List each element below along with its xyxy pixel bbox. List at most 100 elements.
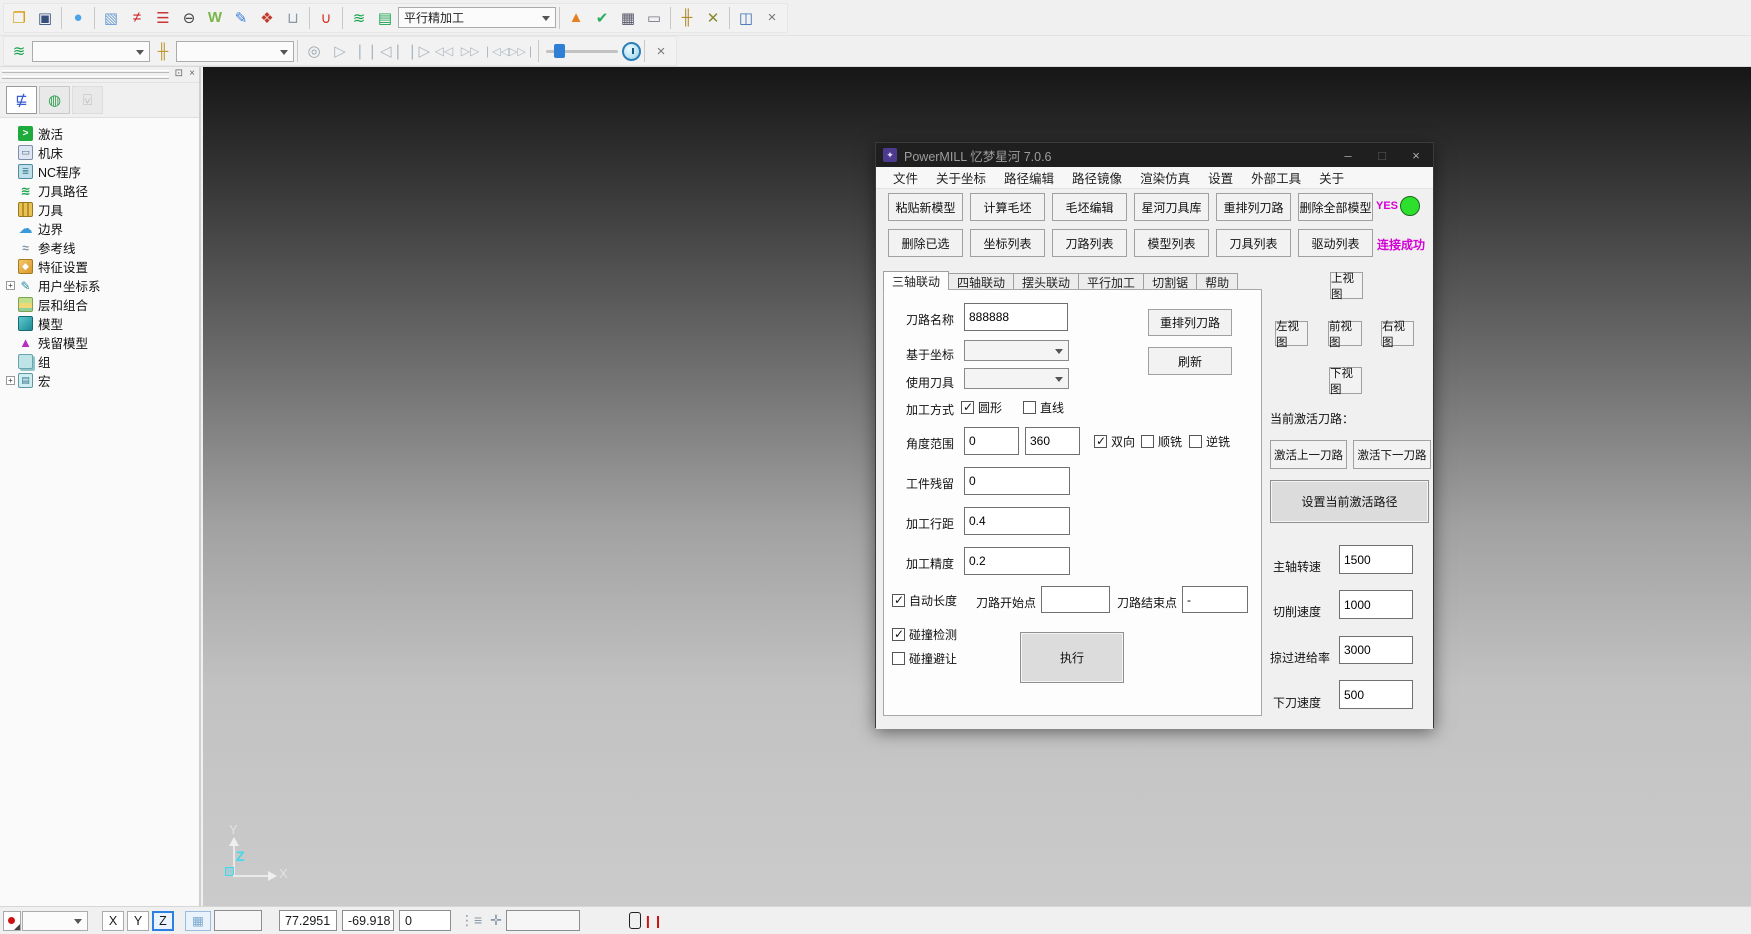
tolerance-input[interactable] (964, 547, 1070, 575)
tool-fire-icon[interactable]: ▲ (563, 5, 589, 31)
calculator-icon[interactable]: ▦ (615, 5, 641, 31)
end-point-input[interactable] (1182, 586, 1248, 613)
sim-rewind-icon[interactable]: ◁◁ (431, 38, 457, 64)
method-circle-checkbox[interactable]: 圆形 (961, 399, 1002, 416)
tool-block-icon[interactable]: ⊔ (280, 5, 306, 31)
toolbar-close-icon[interactable]: × (759, 5, 785, 31)
execute-button[interactable]: 执行 (1020, 632, 1124, 683)
tab-web[interactable]: ◍ (39, 86, 70, 114)
panel-grip[interactable] (2, 76, 169, 79)
ball-tool-icon[interactable]: ⊖ (176, 5, 202, 31)
sim-toolpath-select[interactable] (32, 41, 150, 62)
tree-item-toolpaths[interactable]: ≋ 刀具路径 (6, 181, 199, 200)
cylinders-icon[interactable]: ◫ (733, 5, 759, 31)
minimize-button[interactable]: – (1331, 143, 1365, 167)
bidir-checkbox[interactable]: 双向 (1094, 433, 1135, 450)
sim-pause-icon[interactable]: ❘❘ (353, 38, 379, 64)
sim-fast-forward-icon[interactable]: ▷▷ (457, 38, 483, 64)
tool-verify-icon[interactable]: ✔ (589, 5, 615, 31)
collision-avoid-checkbox[interactable]: 碰撞避让 (892, 650, 957, 667)
axis-y-button[interactable]: Y (127, 911, 149, 931)
tool-select[interactable] (964, 368, 1069, 389)
float-panel-icon[interactable]: ⊡ (175, 68, 183, 79)
sim-tool-icon[interactable]: ╫ (150, 38, 176, 64)
sim-go-end-icon[interactable]: ▷▷❘ (509, 38, 535, 64)
stock-input[interactable] (964, 467, 1070, 495)
zlevel-icon[interactable]: ☰ (150, 5, 176, 31)
sim-toolbar-close-icon[interactable]: × (648, 38, 674, 64)
drive-list-button[interactable]: 驱动列表 (1298, 229, 1373, 257)
tree-item-feature-sets[interactable]: ◆ 特征设置 (6, 257, 199, 276)
tree-item-nc-programs[interactable]: ≣ NC程序 (6, 162, 199, 181)
tree-item-workplanes[interactable]: + ✎ 用户坐标系 (6, 276, 199, 295)
expand-icon[interactable]: + (6, 281, 15, 290)
cross-tools-icon[interactable]: ✕ (700, 5, 726, 31)
collision-check-icon[interactable]: W (202, 5, 228, 31)
stepover-input[interactable] (964, 507, 1070, 535)
method-line-checkbox[interactable]: 直线 (1023, 399, 1064, 416)
sim-step-back-icon[interactable]: ◁❘ (379, 38, 405, 64)
toolpath-list-button[interactable]: 刀路列表 (1052, 229, 1127, 257)
model-list-button[interactable]: 模型列表 (1134, 229, 1209, 257)
panel-grip[interactable] (2, 70, 169, 73)
toolpath-name-input[interactable] (964, 303, 1068, 331)
expand-icon[interactable]: + (6, 376, 15, 385)
calc-block-button[interactable]: 计算毛坯 (970, 193, 1045, 221)
tree-item-models[interactable]: 模型 (6, 314, 199, 333)
delete-all-models-button[interactable]: 删除全部模型 (1298, 193, 1373, 221)
menu-path-edit[interactable]: 路径编辑 (995, 167, 1063, 189)
tree-item-activate[interactable]: > 激活 (6, 124, 199, 143)
edit-pencil-icon[interactable]: ✎ (228, 5, 254, 31)
tab-3axis[interactable]: 三轴联动 (883, 271, 949, 290)
point-marker-button[interactable] (3, 911, 21, 931)
sim-step-forward-icon[interactable]: ❘▷ (405, 38, 431, 64)
sim-toolpath-icon[interactable]: ≋ (6, 38, 32, 64)
skim-feed-input[interactable] (1339, 636, 1413, 664)
set-active-path-button[interactable]: 设置当前激活路径 (1270, 480, 1429, 523)
xyz-list-icon[interactable]: ⋮≡ (460, 912, 482, 929)
plunge-speed-input[interactable] (1339, 680, 1413, 709)
tab-recycle-bin[interactable]: ⍌ (72, 86, 103, 114)
view-left-button[interactable]: 左视图 (1275, 321, 1308, 346)
spindle-speed-input[interactable] (1339, 545, 1413, 574)
tab-swivel-head[interactable]: 摆头联动 (1013, 273, 1079, 290)
close-button[interactable]: × (1399, 143, 1433, 167)
tree-item-tools[interactable]: 刀具 (6, 200, 199, 219)
start-point-input[interactable] (1041, 586, 1110, 613)
menu-settings[interactable]: 设置 (1199, 167, 1242, 189)
reorder-button[interactable]: 重排列刀路 (1148, 309, 1232, 336)
climb-checkbox[interactable]: 顺铣 (1141, 433, 1182, 450)
grid-size-input[interactable] (214, 910, 262, 931)
block-icon[interactable]: ▧ (98, 5, 124, 31)
maximize-button[interactable]: □ (1365, 143, 1399, 167)
shaded-view-icon[interactable]: ● (65, 5, 91, 31)
tree-item-patterns[interactable]: ≈ 参考线 (6, 238, 199, 257)
ruler-icon[interactable]: ▭ (641, 5, 667, 31)
tool-library-button[interactable]: 星河刀具库 (1134, 193, 1209, 221)
tool-holder-icon[interactable]: ∪ (313, 5, 339, 31)
sim-speed-slider[interactable] (546, 41, 618, 61)
open-project-icon[interactable]: ❐ (6, 5, 32, 31)
tree-item-levels-sets[interactable]: 层和组合 (6, 295, 199, 314)
tree-item-machine[interactable]: ▭ 机床 (6, 143, 199, 162)
angle-start-input[interactable] (964, 427, 1019, 455)
delete-selected-button[interactable]: 删除已选 (888, 229, 963, 257)
tab-4axis[interactable]: 四轴联动 (948, 273, 1014, 290)
coord-select[interactable] (964, 340, 1069, 361)
toolpath-limit-icon[interactable]: ≠ (124, 5, 150, 31)
save-project-icon[interactable]: ▣ (32, 5, 58, 31)
tree-item-macros[interactable]: + ▤ 宏 (6, 371, 199, 390)
activate-prev-button[interactable]: 激活上一刀路 (1270, 440, 1347, 469)
view-top-button[interactable]: 上视图 (1330, 272, 1363, 299)
sim-light-icon[interactable]: ◎ (301, 38, 327, 64)
view-bottom-button[interactable]: 下视图 (1329, 367, 1362, 394)
menu-file[interactable]: 文件 (884, 167, 927, 189)
sim-pause-indicator[interactable]: ❙❙ (629, 912, 663, 929)
paste-new-model-button[interactable]: 粘贴新模型 (888, 193, 963, 221)
axis-x-button[interactable]: X (102, 911, 124, 931)
menu-about[interactable]: 关于 (1310, 167, 1353, 189)
coord-list-button[interactable]: 坐标列表 (970, 229, 1045, 257)
tab-help[interactable]: 帮助 (1196, 273, 1238, 290)
collision-check-checkbox[interactable]: 碰撞检测 (892, 626, 957, 643)
auto-length-checkbox[interactable]: 自动长度 (892, 592, 957, 609)
